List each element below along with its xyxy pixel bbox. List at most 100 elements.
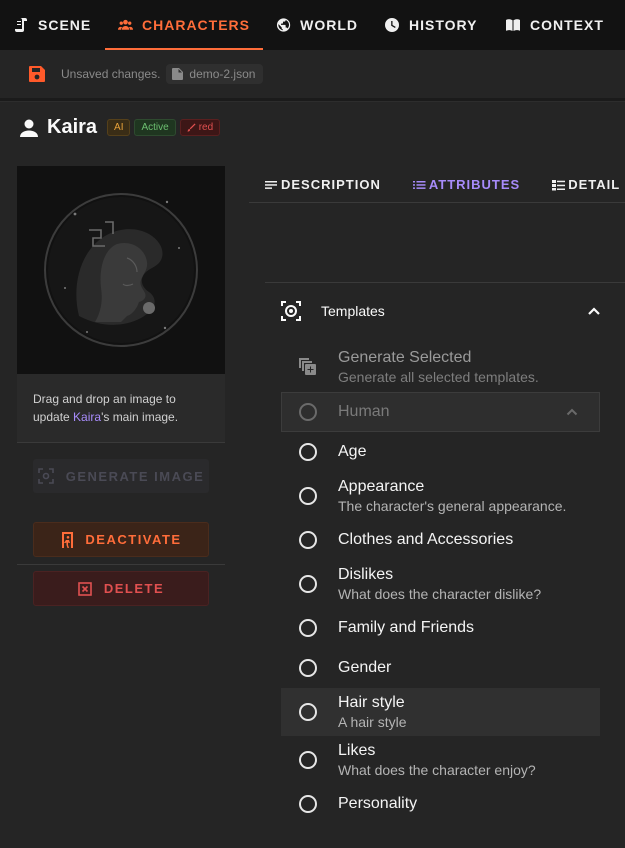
item-title: Age <box>338 443 367 460</box>
file-name: demo-2.json <box>189 67 256 81</box>
radio[interactable] <box>299 619 317 637</box>
drop-note-suffix: 's main image. <box>101 410 179 424</box>
delete-button[interactable]: DELETE <box>33 571 209 606</box>
generate-image-button[interactable]: GENERATE IMAGE <box>33 459 209 493</box>
generate-selected-text: Generate Selected Generate all selected … <box>338 349 539 387</box>
nav-tab-world[interactable]: WORLD <box>263 0 371 50</box>
radio[interactable] <box>299 659 317 677</box>
item-title: Appearance <box>338 478 425 495</box>
item-text: Clothes and Accessories <box>338 530 513 550</box>
item-title: Family and Friends <box>338 619 475 636</box>
template-item-clothes-and-accessories[interactable]: Clothes and Accessories <box>281 520 600 560</box>
generate-selected-title: Generate Selected <box>338 349 472 366</box>
template-item-dislikes[interactable]: Dislikes What does the character dislike… <box>281 560 600 608</box>
image-scan-icon <box>37 468 54 484</box>
template-item-gender[interactable]: Gender <box>281 648 600 688</box>
item-title: Hair style <box>338 694 405 711</box>
template-item-appearance[interactable]: Appearance The character's general appea… <box>281 472 600 520</box>
radio[interactable] <box>299 751 317 769</box>
template-group-value: Human <box>338 403 390 420</box>
active-chip: Active <box>134 119 176 136</box>
deactivate-button[interactable]: DEACTIVATE <box>33 522 209 557</box>
item-text: Dislikes What does the character dislike… <box>338 565 541 603</box>
nav-tab-label: WORLD <box>300 17 358 33</box>
list-icon <box>412 180 426 189</box>
nav-tab-characters[interactable]: CHARACTERS <box>105 0 263 50</box>
generate-selected-item[interactable]: Generate Selected Generate all selected … <box>297 349 539 387</box>
save-icon[interactable] <box>27 64 47 84</box>
exit-door-icon <box>62 531 74 548</box>
template-list: Age Appearance The character's general a… <box>281 432 600 824</box>
color-chip[interactable]: red <box>179 119 221 136</box>
tab-label: ATTRIBUTES <box>428 177 521 192</box>
top-nav: SCENE CHARACTERS WORLD HISTORY CONTEXT <box>0 0 625 50</box>
nav-tab-label: CONTEXT <box>530 17 604 33</box>
radio[interactable] <box>299 703 317 721</box>
radio[interactable] <box>299 487 317 505</box>
nav-tab-context[interactable]: CONTEXT <box>492 0 625 50</box>
deactivate-label: DEACTIVATE <box>85 532 182 547</box>
item-subtitle: What does the character enjoy? <box>338 762 536 778</box>
tab-label: DESCRIPTION <box>281 177 381 192</box>
templates-icon <box>281 300 301 321</box>
nav-tab-history[interactable]: HISTORY <box>371 0 492 50</box>
file-chip: demo-2.json <box>166 64 264 84</box>
radio[interactable] <box>299 531 317 549</box>
drop-note-name: Kaira <box>73 410 102 424</box>
template-item-age[interactable]: Age <box>281 432 600 472</box>
tab-attributes[interactable]: ATTRIBUTES <box>397 166 536 202</box>
tab-description[interactable]: DESCRIPTION <box>249 166 397 202</box>
radio[interactable] <box>299 795 317 813</box>
item-title: Clothes and Accessories <box>338 531 514 548</box>
templates-title: Templates <box>321 302 385 319</box>
item-subtitle: The character's general appearance. <box>338 498 567 514</box>
template-item-hair-style[interactable]: Hair style A hair style <box>281 688 600 736</box>
item-title: Gender <box>338 659 392 676</box>
unsaved-changes-text: Unsaved changes. <box>61 67 161 81</box>
brush-icon <box>187 123 196 132</box>
item-subtitle: A hair style <box>338 714 407 730</box>
item-text: Family and Friends <box>338 618 474 638</box>
tab-details[interactable]: DETAIL <box>536 166 625 202</box>
nav-tab-label: SCENE <box>38 17 92 33</box>
person-icon <box>20 119 38 137</box>
scroll-icon <box>15 18 27 32</box>
template-item-personality[interactable]: Personality <box>281 784 600 824</box>
item-title: Personality <box>338 795 418 812</box>
nav-tab-label: CHARACTERS <box>142 17 250 33</box>
close-box-icon <box>78 581 92 596</box>
generate-image-label: GENERATE IMAGE <box>65 468 205 484</box>
radio[interactable] <box>299 575 317 593</box>
status-bar: Unsaved changes. demo-2.json <box>0 50 625 98</box>
item-text: Appearance The character's general appea… <box>338 477 566 515</box>
chevron-up-icon[interactable] <box>566 406 578 418</box>
nav-tab-scene[interactable]: SCENE <box>0 0 105 50</box>
file-icon <box>172 68 184 80</box>
tab-label: DETAIL <box>568 177 621 192</box>
character-panel: Kaira AI Active red Drag and drop an ima… <box>0 101 625 848</box>
character-name: Kaira <box>47 116 98 138</box>
item-text: Age <box>338 442 366 462</box>
group-icon <box>118 19 133 30</box>
ai-chip: AI <box>107 119 131 136</box>
character-tabs: DESCRIPTION ATTRIBUTES DETAIL <box>249 166 625 203</box>
template-item-likes[interactable]: Likes What does the character enjoy? <box>281 736 600 784</box>
character-portrait[interactable] <box>17 166 225 374</box>
templates-header[interactable]: Templates <box>265 283 625 338</box>
group-radio[interactable] <box>299 403 317 421</box>
item-text: Hair style A hair style <box>338 693 406 731</box>
radio[interactable] <box>299 443 317 461</box>
template-item-family-and-friends[interactable]: Family and Friends <box>281 608 600 648</box>
item-text: Likes What does the character enjoy? <box>338 741 536 779</box>
character-header: Kaira AI Active red <box>18 116 221 139</box>
item-text: Gender <box>338 658 391 678</box>
globe-icon <box>276 18 291 32</box>
chevron-up-icon[interactable] <box>587 304 601 318</box>
image-drop-note: Drag and drop an image to update Kaira's… <box>17 374 225 443</box>
book-icon <box>506 19 520 31</box>
nav-tab-label: HISTORY <box>409 17 478 33</box>
generate-selected-subtitle: Generate all selected templates. <box>338 369 539 385</box>
details-icon <box>552 179 566 190</box>
item-title: Likes <box>338 742 376 759</box>
template-group-select[interactable]: Human <box>281 392 600 432</box>
